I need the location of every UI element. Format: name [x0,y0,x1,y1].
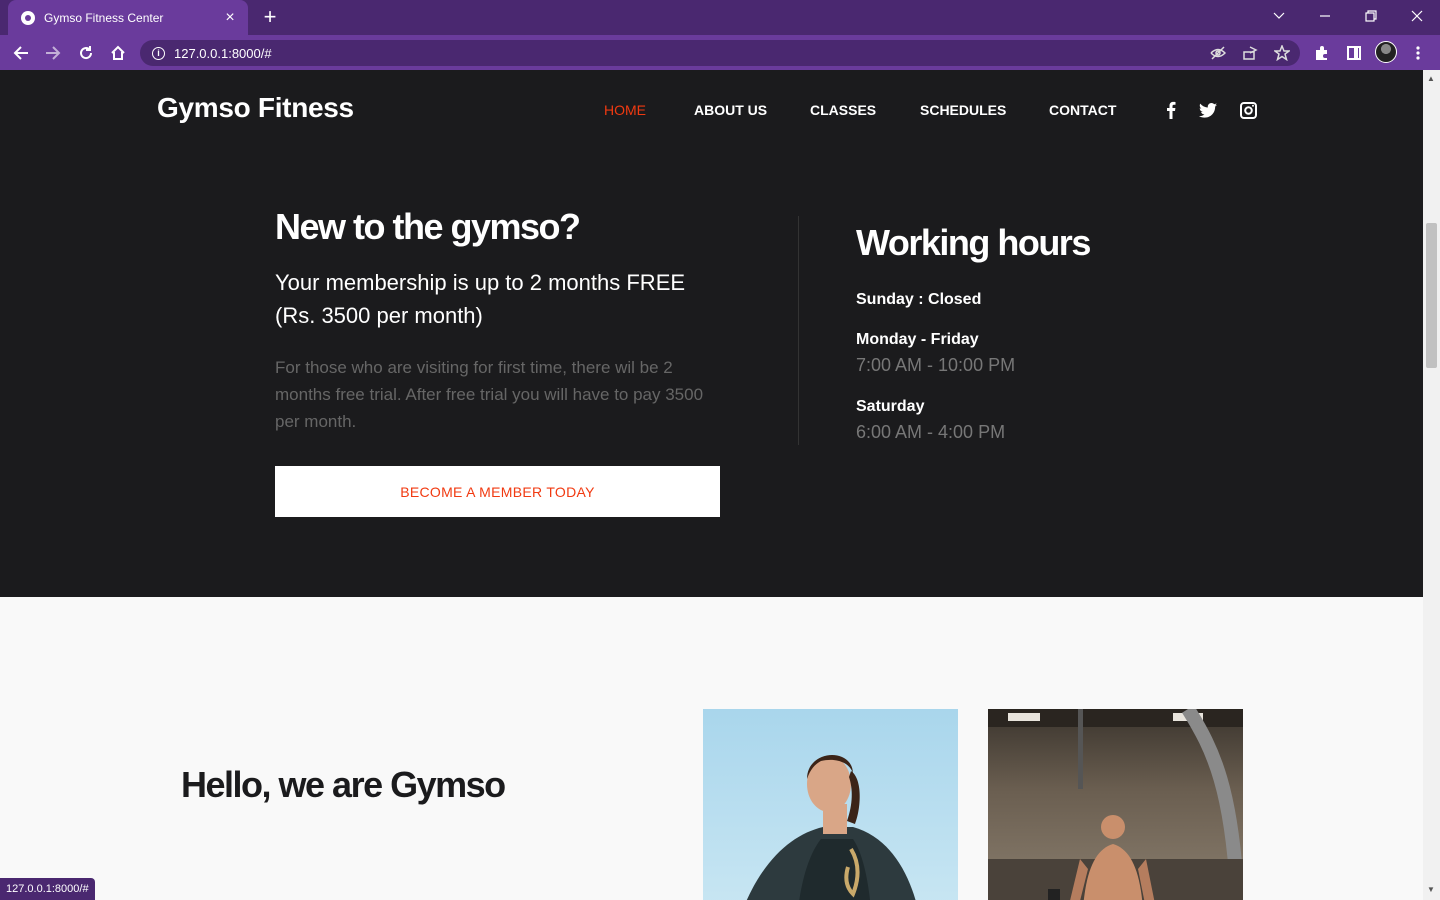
section-divider [798,216,799,445]
working-hours-heading: Working hours [856,222,1091,263]
site-info-icon[interactable]: i [152,46,165,60]
trial-description: For those who are visiting for first tim… [275,358,704,431]
reload-icon[interactable] [73,40,99,66]
instagram-icon[interactable] [1239,101,1257,119]
eye-off-icon[interactable] [1205,40,1231,66]
about-heading: Hello, we are Gymso [181,764,506,805]
weekday-label: Monday - Friday [856,331,979,348]
profile-avatar[interactable] [1375,41,1397,63]
browser-tab-strip: Gymso Fitness Center × + [0,0,1440,35]
address-bar[interactable]: i 127.0.0.1:8000/# [140,40,1300,66]
url-text: 127.0.0.1:8000/# [174,45,272,61]
forward-icon[interactable] [40,40,66,66]
hero-section: Gymso Fitness HOME ABOUT US CLASSES SCHE… [0,70,1423,597]
weekday-time: 7:00 AM - 10:00 PM [856,355,1016,375]
scroll-up-icon[interactable]: ▲ [1427,74,1435,83]
tab-title: Gymso Fitness Center [44,10,164,25]
become-member-button[interactable]: BECOME A MEMBER TODAY [275,466,720,517]
close-window-icon[interactable] [1394,0,1440,32]
side-panel-icon[interactable] [1341,40,1367,66]
back-icon[interactable] [8,40,34,66]
link-status-bubble: 127.0.0.1:8000/# [0,878,95,900]
nav-contact[interactable]: CONTACT [1049,102,1116,118]
nav-classes[interactable]: CLASSES [810,102,876,118]
nav-home[interactable]: HOME [604,102,646,118]
membership-offer: Your membership is up to 2 months FREE (… [275,266,735,332]
site-favicon-icon [21,10,35,25]
scrollbar-thumb[interactable] [1426,223,1437,368]
home-icon[interactable] [105,40,131,66]
bodybuilder-photo [988,709,1243,900]
saturday-time: 6:00 AM - 4:00 PM [856,422,1006,442]
sunday-hours: Sunday : Closed [856,291,982,308]
woman-athlete-photo [703,709,958,900]
saturday-label: Saturday [856,398,925,415]
share-icon[interactable] [1237,40,1263,66]
nav-schedules[interactable]: SCHEDULES [920,102,1006,118]
tab-search-icon[interactable] [1256,0,1302,32]
browser-toolbar: i 127.0.0.1:8000/# [0,35,1440,70]
twitter-icon[interactable] [1199,101,1217,119]
minimize-icon[interactable] [1302,0,1348,32]
browser-tab[interactable]: Gymso Fitness Center × [8,0,248,35]
scroll-down-icon[interactable]: ▼ [1427,885,1435,894]
nav-about-us[interactable]: ABOUT US [694,102,767,118]
restore-icon[interactable] [1348,0,1394,32]
membership-heading: New to the gymso? [275,206,581,247]
tab-close-icon[interactable]: × [222,9,238,27]
browser-menu-icon[interactable] [1405,40,1431,66]
extensions-icon[interactable] [1309,40,1335,66]
facebook-icon[interactable] [1162,101,1180,119]
membership-offer-line: Your membership is up to 2 months FREE [275,270,686,295]
bookmark-star-icon[interactable] [1269,40,1295,66]
new-tab-button[interactable]: + [258,4,282,30]
site-brand[interactable]: Gymso Fitness [157,92,354,124]
page-scrollbar[interactable]: ▲ ▼ [1423,70,1440,900]
page-viewport: Gymso Fitness HOME ABOUT US CLASSES SCHE… [0,70,1423,900]
membership-price-line: (Rs. 3500 per month) [275,303,483,328]
